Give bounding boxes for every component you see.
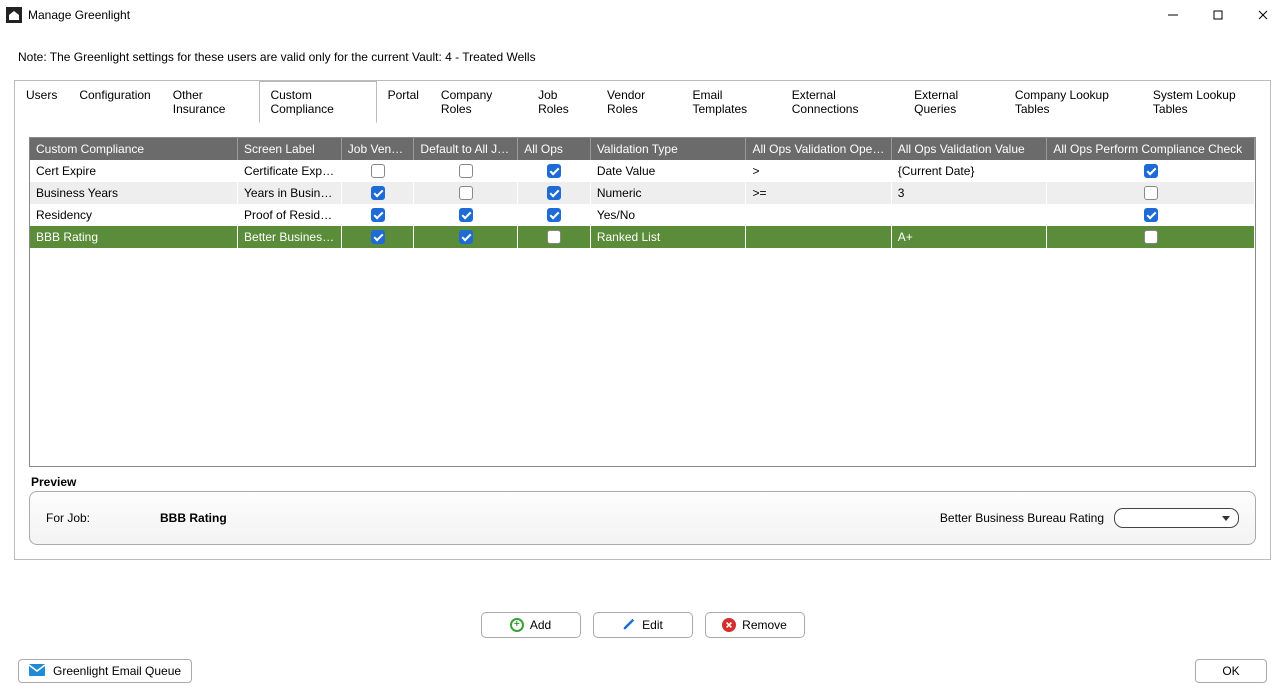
tab-company-lookup-tables[interactable]: Company Lookup Tables xyxy=(1004,81,1142,123)
cell: Yes/No xyxy=(590,204,746,226)
cell: Business Years xyxy=(30,182,238,204)
tab-email-templates[interactable]: Email Templates xyxy=(681,81,780,123)
mail-icon xyxy=(29,664,45,679)
tab-portal[interactable]: Portal xyxy=(377,81,430,123)
checkbox[interactable] xyxy=(371,186,385,200)
checkbox[interactable] xyxy=(371,164,385,178)
cell: Proof of Residency xyxy=(238,204,342,226)
column-header[interactable]: All Ops Validation Value xyxy=(891,138,1047,160)
cell xyxy=(891,204,1047,226)
delete-icon xyxy=(722,618,736,632)
action-buttons: + Add Edit Remove xyxy=(0,612,1285,638)
checkbox[interactable] xyxy=(547,208,561,222)
table-row[interactable]: Business YearsYears in Business Numeric>=… xyxy=(30,182,1255,204)
preview-field-label: Better Business Bureau Rating xyxy=(940,511,1104,525)
checkbox[interactable] xyxy=(371,230,385,244)
ok-button[interactable]: OK xyxy=(1195,659,1267,683)
edit-button[interactable]: Edit xyxy=(593,612,693,638)
column-header[interactable]: Job Vendors xyxy=(341,138,414,160)
cell: Ranked List xyxy=(590,226,746,248)
tab-vendor-roles[interactable]: Vendor Roles xyxy=(596,81,681,123)
title-bar: Manage Greenlight xyxy=(0,0,1285,30)
preview-item-name: BBB Rating xyxy=(160,511,227,525)
add-button-label: Add xyxy=(530,618,551,632)
cell: 3 xyxy=(891,182,1047,204)
table-row[interactable]: ResidencyProof of Residency Yes/No xyxy=(30,204,1255,226)
cell xyxy=(746,226,891,248)
preview-select[interactable] xyxy=(1114,508,1239,528)
cell: A+ xyxy=(891,226,1047,248)
cell: {Current Date} xyxy=(891,160,1047,182)
checkbox[interactable] xyxy=(547,186,561,200)
ok-button-label: OK xyxy=(1222,664,1239,678)
tab-users[interactable]: Users xyxy=(15,81,68,123)
window-title: Manage Greenlight xyxy=(28,8,130,22)
close-button[interactable] xyxy=(1240,0,1285,30)
add-button[interactable]: + Add xyxy=(481,612,581,638)
bottom-bar: Greenlight Email Queue OK xyxy=(0,659,1285,683)
tab-job-roles[interactable]: Job Roles xyxy=(527,81,596,123)
cell: BBB Rating xyxy=(30,226,238,248)
checkbox[interactable] xyxy=(459,208,473,222)
checkbox[interactable] xyxy=(1144,186,1158,200)
tab-other-insurance[interactable]: Other Insurance xyxy=(162,81,260,123)
checkbox[interactable] xyxy=(459,230,473,244)
table-row[interactable]: Cert ExpireCertificate Expirati... Date V… xyxy=(30,160,1255,182)
maximize-button[interactable] xyxy=(1195,0,1240,30)
edit-button-label: Edit xyxy=(642,618,663,632)
table-row[interactable]: BBB RatingBetter Business B... Ranked Lis… xyxy=(30,226,1255,248)
email-queue-label: Greenlight Email Queue xyxy=(53,664,181,678)
cell: Cert Expire xyxy=(30,160,238,182)
checkbox[interactable] xyxy=(459,164,473,178)
remove-button-label: Remove xyxy=(742,618,787,632)
cell: Residency xyxy=(30,204,238,226)
cell: Better Business B... xyxy=(238,226,342,248)
cell: >= xyxy=(746,182,891,204)
cell: Date Value xyxy=(590,160,746,182)
minimize-button[interactable] xyxy=(1150,0,1195,30)
checkbox[interactable] xyxy=(547,230,561,244)
preview-panel: For Job: BBB Rating Better Business Bure… xyxy=(29,491,1256,545)
plus-icon: + xyxy=(510,618,524,632)
cell: Certificate Expirati... xyxy=(238,160,342,182)
tab-system-lookup-tables[interactable]: System Lookup Tables xyxy=(1142,81,1270,123)
tab-custom-compliance[interactable]: Custom Compliance xyxy=(259,81,376,123)
column-header[interactable]: Custom Compliance xyxy=(30,138,238,160)
column-header[interactable]: Screen Label xyxy=(238,138,342,160)
column-header[interactable]: Validation Type xyxy=(590,138,746,160)
pencil-icon xyxy=(622,617,636,634)
preview-heading: Preview xyxy=(31,475,1256,489)
cell: Numeric xyxy=(590,182,746,204)
checkbox[interactable] xyxy=(1144,164,1158,178)
checkbox[interactable] xyxy=(547,164,561,178)
app-icon xyxy=(6,7,22,23)
checkbox[interactable] xyxy=(1144,208,1158,222)
preview-forjob-label: For Job: xyxy=(46,511,90,525)
tab-external-queries[interactable]: External Queries xyxy=(903,81,1004,123)
tabs-container: UsersConfigurationOther InsuranceCustom … xyxy=(14,80,1271,560)
tab-configuration[interactable]: Configuration xyxy=(68,81,161,123)
cell: > xyxy=(746,160,891,182)
cell: Years in Business xyxy=(238,182,342,204)
column-header[interactable]: All Ops xyxy=(518,138,591,160)
column-header[interactable]: Default to All Jobs xyxy=(414,138,518,160)
tab-external-connections[interactable]: External Connections xyxy=(781,81,903,123)
checkbox[interactable] xyxy=(371,208,385,222)
tab-content-custom-compliance: Custom ComplianceScreen LabelJob Vendors… xyxy=(15,123,1270,559)
checkbox[interactable] xyxy=(1144,230,1158,244)
cell xyxy=(746,204,891,226)
email-queue-button[interactable]: Greenlight Email Queue xyxy=(18,659,192,683)
compliance-grid[interactable]: Custom ComplianceScreen LabelJob Vendors… xyxy=(29,137,1256,467)
note-text: Note: The Greenlight settings for these … xyxy=(0,30,1285,80)
remove-button[interactable]: Remove xyxy=(705,612,805,638)
column-header[interactable]: All Ops Validation Operator xyxy=(746,138,891,160)
column-header[interactable]: All Ops Perform Compliance Check xyxy=(1047,138,1255,160)
tab-company-roles[interactable]: Company Roles xyxy=(430,81,527,123)
checkbox[interactable] xyxy=(459,186,473,200)
tab-strip: UsersConfigurationOther InsuranceCustom … xyxy=(15,81,1270,123)
